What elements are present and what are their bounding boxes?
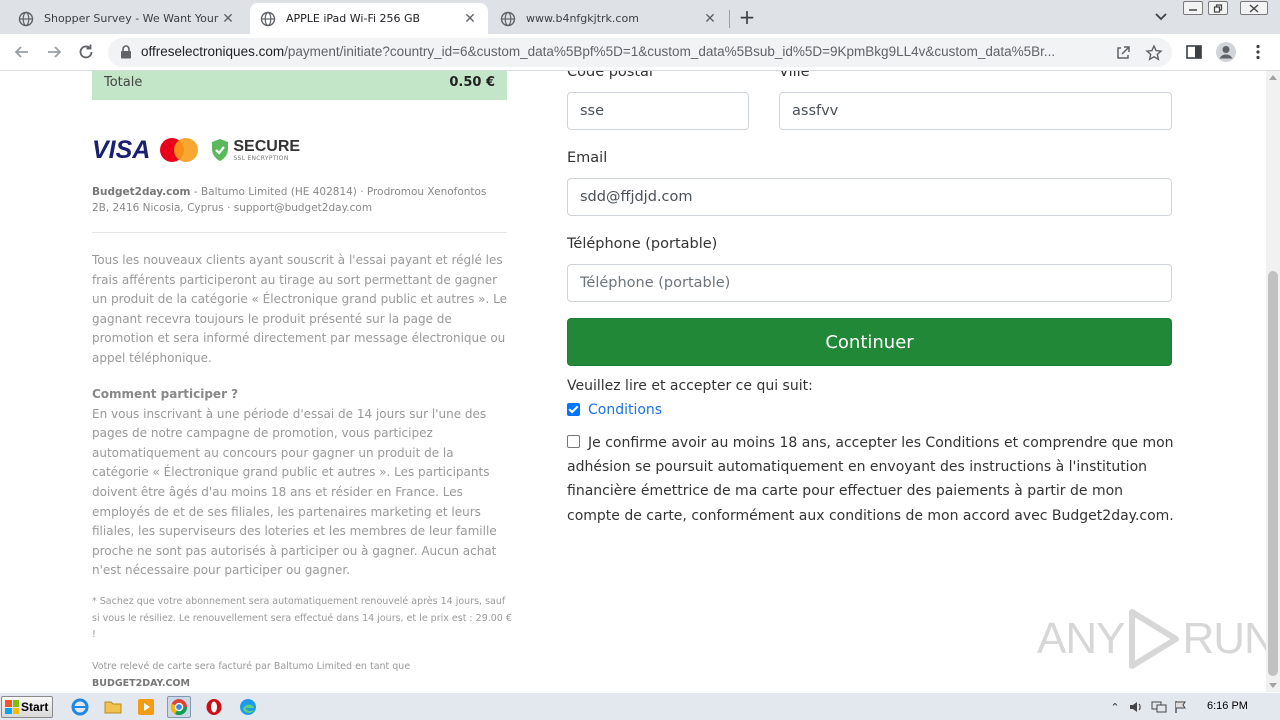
start-label: Start — [21, 700, 49, 714]
url-host: offreselectroniques.com — [141, 44, 285, 59]
flag-icon[interactable] — [1172, 699, 1190, 715]
company-name: Budget2day.com — [92, 186, 191, 198]
phone-input[interactable] — [567, 264, 1172, 302]
shield-check-icon — [212, 139, 229, 161]
city-label: Ville — [779, 71, 810, 80]
billing-name: BUDGET2DAY.COM — [92, 677, 190, 689]
network-icon[interactable] — [1150, 699, 1168, 715]
system-tray: ⌃ — [1106, 697, 1194, 717]
instructions-text: Veuillez lire et accepter ce qui suit: — [567, 378, 813, 394]
mastercard-logo — [160, 137, 200, 163]
windows-logo-icon — [5, 700, 19, 714]
arrow-left-icon[interactable] — [12, 42, 32, 62]
tab-shopper-survey[interactable]: Shopper Survey - We Want Your Opinion ✕ — [8, 3, 246, 34]
scroll-thumb[interactable] — [1268, 271, 1278, 676]
globe-icon — [18, 11, 34, 26]
kebab-menu-icon[interactable] — [1249, 43, 1267, 61]
watermark-left: ANY — [1037, 614, 1125, 663]
plus-icon[interactable]: + — [737, 7, 757, 27]
close-icon[interactable]: ✕ — [702, 11, 718, 27]
postal-code-input[interactable] — [567, 92, 749, 130]
tab-separator — [729, 10, 730, 28]
star-icon[interactable] — [1145, 44, 1163, 62]
side-panel-icon[interactable] — [1185, 43, 1203, 61]
url-path: /payment/initiate?country_id=6&custom_da… — [284, 44, 1056, 59]
email-label: Email — [567, 150, 608, 166]
page-content: Totale 0.50 € VISA SECURE SSL ENCRYPTION… — [0, 71, 1266, 692]
arrow-right-icon[interactable] — [44, 42, 64, 62]
close-icon[interactable]: ✕ — [462, 11, 478, 27]
chevron-up-icon[interactable]: ⌃ — [1106, 699, 1124, 715]
billing-note: Votre relevé de carte sera facturé par B… — [92, 659, 512, 692]
tab-title: www.b4nfgkjtrk.com — [526, 12, 639, 25]
opera-icon[interactable] — [202, 696, 226, 718]
clock: 6:16 PM — [1207, 700, 1248, 712]
reload-icon[interactable] — [76, 42, 96, 62]
profile-icon[interactable] — [1215, 41, 1237, 63]
address-bar[interactable]: offreselectroniques.com/payment/initiate… — [108, 38, 1172, 67]
payment-logos: VISA SECURE SSL ENCRYPTION — [92, 135, 300, 165]
restore-button[interactable] — [1208, 1, 1228, 15]
how-to-participate-section: Comment participer ? En vous inscrivant … — [92, 385, 507, 581]
tab-title: Shopper Survey - We Want Your Opinion — [44, 12, 220, 25]
conditions-link[interactable]: Conditions — [588, 402, 662, 418]
taskbar: Start ⌃ 6:16 PM — [0, 692, 1280, 720]
postal-code-label: Code postal — [567, 71, 653, 80]
secure-badge: SECURE SSL ENCRYPTION — [210, 138, 300, 162]
age-confirm-text: Je confirme avoir au moins 18 ans, accep… — [567, 435, 1174, 524]
browser-toolbar: offreselectroniques.com/payment/initiate… — [0, 34, 1280, 71]
order-total-box: Totale 0.50 € — [92, 71, 507, 100]
minimize-button[interactable] — [1183, 1, 1203, 15]
anyrun-watermark: ANY RUN — [1037, 608, 1266, 670]
continue-button[interactable]: Continuer — [567, 318, 1172, 366]
url-text[interactable]: offreselectroniques.com/payment/initiate… — [141, 44, 1101, 59]
globe-icon — [500, 11, 516, 26]
close-icon — [1249, 3, 1259, 13]
volume-icon[interactable] — [1128, 699, 1146, 715]
company-info: Budget2day.com - Baltumo Limited (HE 402… — [92, 184, 502, 216]
phone-label: Téléphone (portable) — [567, 236, 718, 252]
globe-icon — [260, 11, 276, 26]
start-button[interactable]: Start — [1, 696, 53, 718]
lock-icon[interactable] — [120, 45, 132, 59]
close-window-button[interactable] — [1240, 1, 1268, 15]
city-input[interactable] — [779, 92, 1172, 130]
tab-apple-ipad[interactable]: APPLE iPad Wi-Fi 256 GB ✕ — [250, 3, 488, 34]
lottery-paragraph: Tous les nouveaux clients ayant souscrit… — [92, 253, 508, 365]
folder-icon[interactable] — [101, 696, 125, 718]
total-label: Totale — [104, 75, 143, 90]
minimize-icon — [1189, 9, 1197, 11]
scroll-up-icon[interactable] — [1269, 75, 1277, 80]
media-player-icon[interactable] — [134, 696, 158, 718]
visa-logo: VISA — [92, 135, 151, 164]
edge-icon[interactable] — [236, 696, 260, 718]
watermark-right: RUN — [1182, 614, 1266, 663]
close-icon[interactable]: ✕ — [220, 11, 236, 27]
ie-icon[interactable] — [68, 696, 92, 718]
renewal-note: * Sachez que votre abonnement sera autom… — [92, 596, 512, 640]
tab-strip: Shopper Survey - We Want Your Opinion ✕ … — [0, 0, 1280, 34]
chevron-down-icon[interactable] — [1151, 8, 1171, 26]
how-to-participate-title: Comment participer ? — [92, 387, 239, 401]
how-to-participate-text: En vous inscrivant à une période d'essai… — [92, 406, 497, 578]
secure-title: SECURE — [233, 137, 301, 155]
chrome-icon[interactable] — [167, 696, 191, 718]
email-field[interactable] — [567, 178, 1172, 216]
total-value: 0.50 € — [449, 75, 495, 90]
divider — [92, 232, 507, 233]
scroll-down-icon[interactable] — [1269, 683, 1277, 688]
play-icon — [1129, 609, 1180, 669]
restore-icon — [1213, 3, 1223, 13]
tab-b4nfgkjtrk[interactable]: www.b4nfgkjtrk.com ✕ — [490, 3, 728, 34]
conditions-checkbox[interactable] — [567, 403, 580, 416]
page-scrollbar[interactable] — [1266, 71, 1280, 692]
secure-subtitle: SSL ENCRYPTION — [233, 154, 289, 162]
billing-prefix: Votre relevé de carte sera facturé par B… — [92, 661, 411, 672]
tab-title: APPLE iPad Wi-Fi 256 GB — [286, 12, 421, 25]
share-icon[interactable] — [1114, 44, 1132, 62]
